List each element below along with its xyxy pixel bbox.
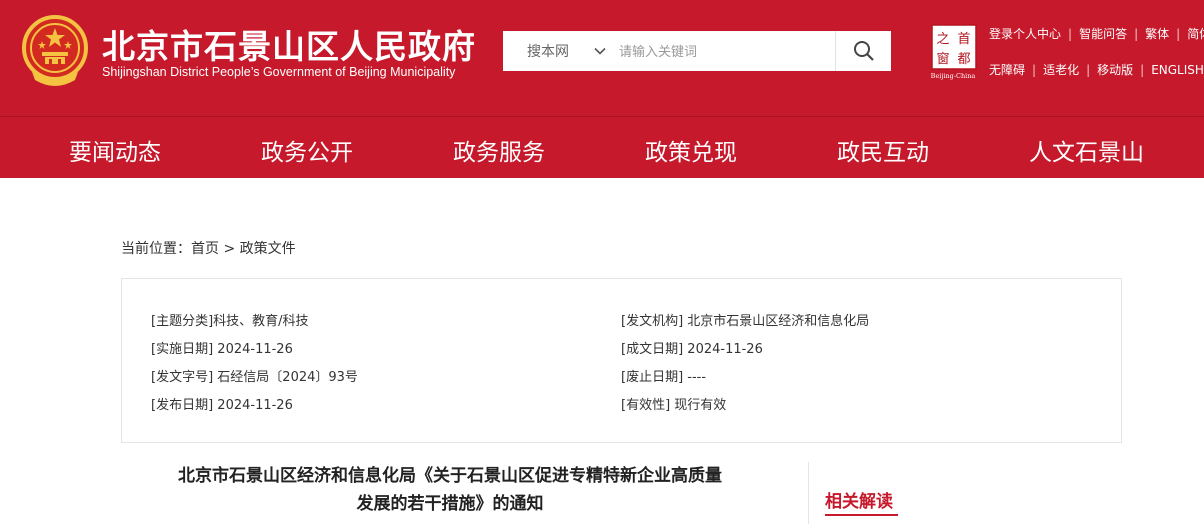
top-links-row1: 登录个人中心 | 智能问答 | 繁体 | 简体 bbox=[989, 25, 1204, 42]
meta-repeal-date: [废止日期] ---- bbox=[621, 366, 706, 385]
meta-effective-label: [实施日期] bbox=[151, 342, 214, 357]
seal-char: 首 bbox=[957, 32, 970, 47]
nav-item-public-interaction[interactable]: 政民互动 bbox=[837, 133, 929, 167]
nav-item-culture-shijingshan[interactable]: 人文石景山 bbox=[1029, 133, 1144, 167]
site-title[interactable]: 北京市石景山区人民政府 bbox=[102, 20, 476, 68]
separator: | bbox=[1176, 26, 1181, 41]
meta-validity-label: [有效性] bbox=[621, 398, 671, 413]
meta-published-date: [发布日期] 2024-11-26 bbox=[151, 394, 293, 413]
meta-subject-value: 科技、教育/科技 bbox=[213, 314, 309, 329]
meta-issuer-label: [发文机构] bbox=[621, 314, 684, 329]
separator: | bbox=[1140, 62, 1145, 77]
search-scope-select[interactable]: 搜本网 bbox=[527, 41, 569, 61]
breadcrumb-home-link[interactable]: 首页 bbox=[191, 241, 219, 257]
seal-char: 窗 bbox=[936, 51, 949, 67]
nav-item-news[interactable]: 要闻动态 bbox=[69, 133, 161, 167]
traditional-chinese-link[interactable]: 繁体 bbox=[1145, 25, 1169, 42]
meta-repeal-label: [废止日期] bbox=[621, 370, 684, 385]
nav-item-gov-affairs-open[interactable]: 政务公开 bbox=[261, 133, 353, 167]
english-link[interactable]: ENGLISH bbox=[1151, 63, 1204, 77]
national-emblem-icon[interactable] bbox=[20, 14, 90, 88]
document-title-line2: 发展的若干措施》的通知 bbox=[356, 494, 544, 514]
meta-created-date: [成文日期] 2024-11-26 bbox=[621, 338, 763, 357]
breadcrumb-policy-files-link[interactable]: 政策文件 bbox=[240, 241, 296, 257]
accessibility-link[interactable]: 无障碍 bbox=[989, 61, 1025, 78]
meta-subject-label: [主题分类] bbox=[151, 314, 214, 329]
mobile-version-link[interactable]: 移动版 bbox=[1097, 61, 1133, 78]
top-links-row2: 无障碍 | 适老化 | 移动版 | ENGLISH bbox=[989, 61, 1204, 78]
separator: | bbox=[1032, 62, 1037, 77]
meta-docno-value: 石经信局〔2024〕93号 bbox=[217, 370, 358, 385]
document-metadata-box: [主题分类]科技、教育/科技 [发文机构] 北京市石景山区经济和信息化局 [实施… bbox=[121, 278, 1122, 443]
smart-qa-link[interactable]: 智能问答 bbox=[1079, 25, 1127, 42]
meta-issuer: [发文机构] 北京市石景山区经济和信息化局 bbox=[621, 310, 869, 329]
meta-docno-label: [发文字号] bbox=[151, 370, 214, 385]
meta-effective-date: [实施日期] 2024-11-26 bbox=[151, 338, 293, 357]
related-interpretation-tab[interactable]: 相关解读 bbox=[825, 487, 893, 512]
capital-window-seal-icon[interactable]: 之 首 窗 都 Beijing-China bbox=[926, 24, 980, 80]
search-bar: 搜本网 bbox=[503, 31, 891, 71]
breadcrumb-separator: > bbox=[219, 241, 240, 257]
simplified-chinese-link[interactable]: 简体 bbox=[1187, 25, 1204, 42]
chevron-down-icon[interactable] bbox=[593, 44, 607, 58]
site-subtitle: Shijingshan District People’s Government… bbox=[102, 65, 456, 79]
login-link[interactable]: 登录个人中心 bbox=[989, 25, 1061, 42]
meta-created-label: [成文日期] bbox=[621, 342, 684, 357]
separator: | bbox=[1086, 62, 1091, 77]
breadcrumb-prefix: 当前位置： bbox=[121, 241, 191, 257]
separator: | bbox=[1068, 26, 1073, 41]
seal-char: 之 bbox=[936, 32, 949, 47]
meta-repeal-value: ---- bbox=[687, 370, 707, 385]
meta-published-label: [发布日期] bbox=[151, 398, 214, 413]
meta-issuer-value: 北京市石景山区经济和信息化局 bbox=[687, 314, 870, 329]
search-icon bbox=[854, 41, 874, 61]
document-title-line1: 北京市石景山区经济和信息化局《关于石景山区促进专精特新企业高质量 bbox=[178, 466, 722, 486]
related-tab-underline bbox=[825, 514, 898, 516]
document-title: 北京市石景山区经济和信息化局《关于石景山区促进专精特新企业高质量 发展的若干措施… bbox=[120, 462, 780, 518]
breadcrumb: 当前位置：首页 > 政策文件 bbox=[121, 238, 296, 258]
meta-created-value: 2024-11-26 bbox=[687, 342, 763, 357]
nav-item-gov-services[interactable]: 政务服务 bbox=[453, 133, 545, 167]
meta-validity: [有效性] 现行有效 bbox=[621, 394, 726, 413]
meta-effective-value: 2024-11-26 bbox=[217, 342, 293, 357]
seal-char: 都 bbox=[957, 52, 970, 67]
separator: | bbox=[1134, 26, 1139, 41]
meta-subject: [主题分类]科技、教育/科技 bbox=[151, 310, 309, 329]
meta-validity-value: 现行有效 bbox=[674, 398, 727, 413]
search-button[interactable] bbox=[835, 31, 892, 71]
seal-caption: Beijing-China bbox=[931, 72, 976, 80]
meta-published-value: 2024-11-26 bbox=[217, 398, 293, 413]
search-input[interactable] bbox=[617, 37, 831, 67]
elderly-mode-link[interactable]: 适老化 bbox=[1043, 61, 1079, 78]
meta-document-number: [发文字号] 石经信局〔2024〕93号 bbox=[151, 366, 358, 385]
header-divider bbox=[0, 116, 1204, 117]
content-divider bbox=[808, 462, 809, 524]
nav-item-policy-redemption[interactable]: 政策兑现 bbox=[645, 133, 737, 167]
